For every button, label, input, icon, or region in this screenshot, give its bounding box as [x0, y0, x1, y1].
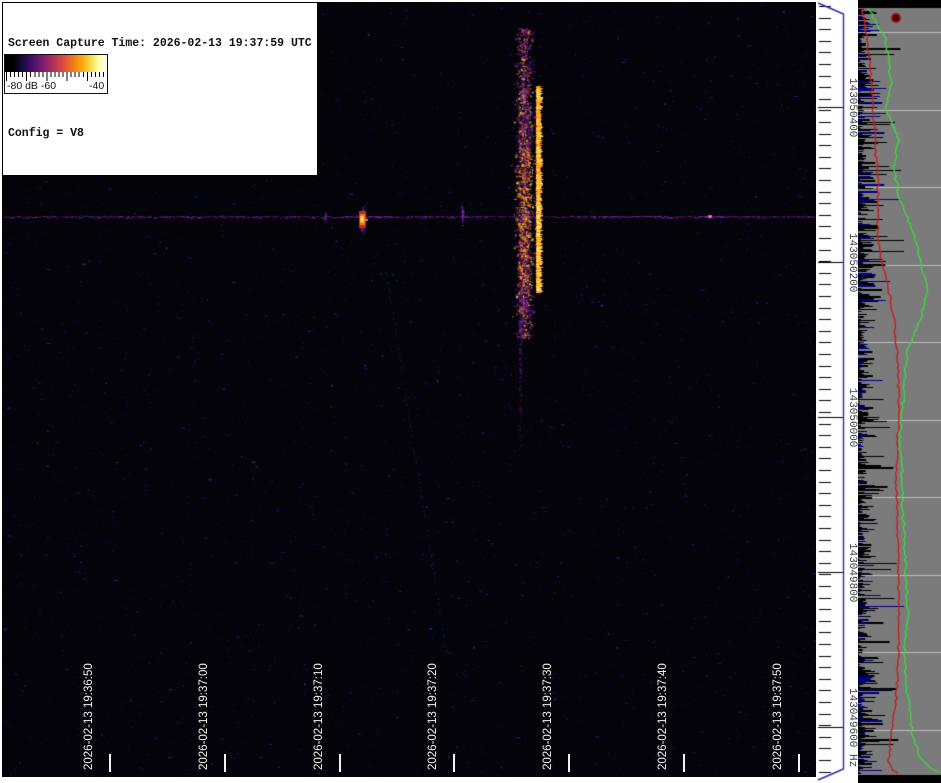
legend-labels: -80 dB -60 -40	[5, 80, 107, 93]
db-color-scale-legend: -80 dB -60 -40	[4, 54, 108, 94]
frequency-axis-label: 143049600 Hz	[845, 688, 858, 767]
config-text: Config = V8	[8, 126, 312, 141]
time-axis-tick	[568, 754, 570, 772]
time-axis-label: 2026-02-13 19:37:20	[427, 663, 440, 770]
time-axis-tick	[339, 754, 341, 772]
time-axis-label: 2026-02-13 19:37:00	[198, 663, 211, 770]
app-window: Screen Capture Time: 2026-02-13 19:37:59…	[0, 0, 941, 783]
frequency-axis-label: 143050000	[845, 388, 858, 447]
time-axis-label: 2026-02-13 19:37:40	[657, 663, 670, 770]
frequency-axis-label: 143049800	[845, 543, 858, 602]
capture-time-text: Screen Capture Time: 2026-02-13 19:37:59…	[8, 36, 312, 51]
legend-max-db-label: -40	[89, 80, 104, 92]
frequency-axis-label: 143050200	[845, 233, 858, 292]
time-axis-tick	[798, 754, 800, 772]
frequency-axis-label: 143050400	[845, 78, 858, 137]
spectrum-side-panel	[858, 0, 941, 783]
time-axis-label: 2026-02-13 19:37:50	[772, 663, 785, 770]
time-axis-label: 2026-02-13 19:37:30	[542, 663, 555, 770]
time-axis-tick	[109, 754, 111, 772]
legend-min-db-label: -80 dB -60	[7, 80, 56, 92]
time-axis-label: 2026-02-13 19:37:10	[313, 663, 326, 770]
time-axis-tick	[453, 754, 455, 772]
time-axis-label: 2026-02-13 19:36:50	[83, 663, 96, 770]
colormap-gradient-bar	[5, 55, 107, 72]
time-axis-tick	[683, 754, 685, 772]
time-axis-tick	[224, 754, 226, 772]
